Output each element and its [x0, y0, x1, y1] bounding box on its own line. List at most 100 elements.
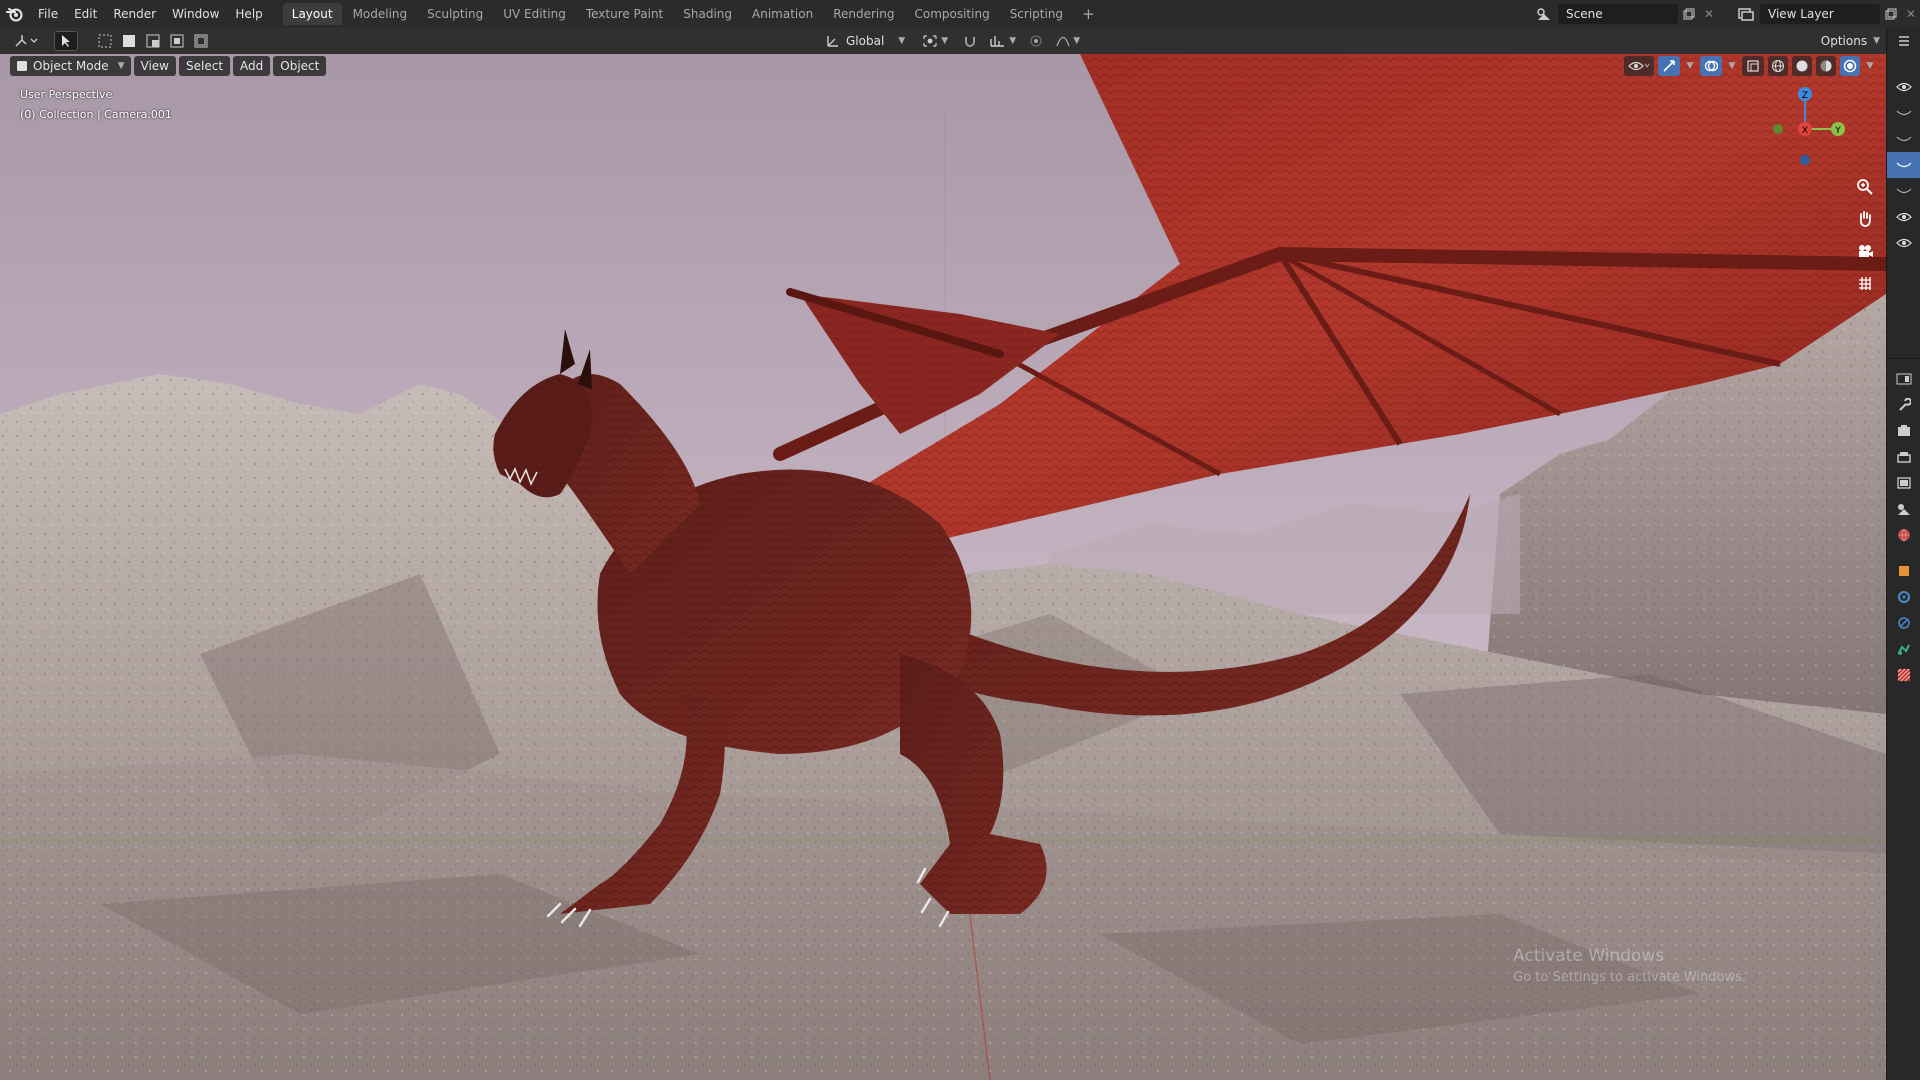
world-properties-icon[interactable] [1887, 522, 1920, 548]
menu-edit[interactable]: Edit [66, 3, 105, 25]
render-properties-icon[interactable] [1887, 418, 1920, 444]
navigation-gizmo[interactable]: Z Y X [1760, 84, 1850, 174]
tab-modeling[interactable]: Modeling [344, 3, 417, 25]
menu-render[interactable]: Render [105, 3, 164, 25]
scene-controls: Scene ✕ View Layer ✕ [1530, 0, 1920, 28]
gizmo-toggle-icon[interactable] [1658, 56, 1680, 76]
tab-animation[interactable]: Animation [743, 3, 822, 25]
chevron-down-icon: ▼ [941, 36, 949, 46]
constraint-properties-icon[interactable] [1887, 636, 1920, 662]
scene-name-field[interactable]: Scene [1558, 4, 1678, 24]
select-new-icon[interactable] [94, 31, 116, 51]
right-side-strip [1886, 28, 1920, 1080]
tab-compositing[interactable]: Compositing [905, 3, 998, 25]
texture-properties-icon[interactable] [1887, 662, 1920, 688]
scene-icon [1530, 7, 1558, 21]
object-visibility-icon[interactable] [1624, 56, 1654, 76]
hand-pan-icon[interactable] [1852, 206, 1878, 232]
eye-closed-icon[interactable] [1887, 178, 1920, 204]
view-layer-properties-icon[interactable] [1887, 470, 1920, 496]
tab-sculpting[interactable]: Sculpting [418, 3, 492, 25]
menu-window[interactable]: Window [164, 3, 227, 25]
view-layer-field[interactable]: View Layer [1760, 4, 1880, 24]
gizmo-neg-y[interactable] [1773, 124, 1783, 134]
gizmo-z-label: Z [1802, 91, 1808, 101]
blender-logo-icon[interactable] [0, 0, 30, 28]
chevron-down-icon: ▼ [1073, 36, 1081, 46]
select-extend-icon[interactable] [118, 31, 140, 51]
modifier-properties-icon[interactable] [1887, 584, 1920, 610]
overlays-toggle-icon[interactable] [1700, 56, 1722, 76]
physics-properties-icon[interactable] [1887, 610, 1920, 636]
new-scene-icon[interactable] [1678, 8, 1700, 20]
view-layer-selector[interactable]: View Layer ✕ [1732, 4, 1920, 24]
material-preview-icon[interactable] [1816, 56, 1836, 76]
ortho-grid-icon[interactable] [1852, 270, 1878, 296]
collection-label: (0) Collection | Camera.001 [20, 108, 172, 121]
3d-viewport[interactable]: Object Mode ▼ View Select Add Object Use… [0, 54, 1886, 1080]
scene-selector[interactable]: Scene ✕ [1530, 4, 1718, 24]
object-menu[interactable]: Object [273, 56, 327, 76]
close-view-layer-icon[interactable]: ✕ [1902, 7, 1920, 21]
options-label: Options [1820, 34, 1868, 48]
editor-type-button[interactable] [10, 31, 44, 51]
select-intersect-icon[interactable] [190, 31, 212, 51]
options-dropdown[interactable]: Options ▼ [1817, 31, 1880, 51]
new-view-layer-icon[interactable] [1880, 8, 1902, 20]
menu-file[interactable]: File [30, 3, 66, 25]
tab-shading[interactable]: Shading [674, 3, 741, 25]
rendered-shading-icon[interactable] [1840, 56, 1860, 76]
output-properties-icon[interactable] [1887, 444, 1920, 470]
object-properties-icon[interactable] [1887, 558, 1920, 584]
activate-windows-watermark: Activate Windows Go to Settings to activ… [1513, 946, 1746, 985]
scene-render [0, 54, 1886, 1080]
tab-rendering[interactable]: Rendering [824, 3, 903, 25]
pivot-point-dropdown[interactable]: ▼ [917, 31, 953, 51]
wireframe-shading-icon[interactable] [1768, 56, 1788, 76]
camera-view-icon[interactable] [1852, 238, 1878, 264]
scene-properties-icon[interactable] [1887, 496, 1920, 522]
chevron-down-icon[interactable]: ▼ [1684, 56, 1696, 76]
select-subtract-icon[interactable] [142, 31, 164, 51]
eye-icon[interactable] [1887, 204, 1920, 230]
view-layer-icon [1732, 7, 1760, 21]
tab-texture-paint[interactable]: Texture Paint [577, 3, 672, 25]
view-menu[interactable]: View [133, 56, 176, 76]
gizmo-neg-z[interactable] [1800, 155, 1810, 165]
selection-mode-group [94, 31, 212, 51]
eye-icon[interactable] [1887, 230, 1920, 256]
tab-uv-editing[interactable]: UV Editing [494, 3, 575, 25]
transform-orientation-dropdown[interactable]: Global ▼ [820, 31, 911, 51]
snap-toggle-icon[interactable] [959, 31, 981, 51]
tab-layout[interactable]: Layout [282, 3, 342, 25]
outliner-toggle-icon[interactable] [1887, 28, 1920, 54]
falloff-dropdown[interactable]: ▼ [1053, 31, 1083, 51]
chevron-down-icon: ▼ [1009, 36, 1017, 46]
eye-closed-icon[interactable] [1887, 126, 1920, 152]
object-mode-dropdown[interactable]: Object Mode ▼ [10, 56, 131, 76]
tab-scripting[interactable]: Scripting [1001, 3, 1072, 25]
select-tool-button[interactable] [54, 31, 78, 51]
eye-closed-icon[interactable] [1887, 100, 1920, 126]
eye-icon[interactable] [1887, 74, 1920, 100]
select-invert-icon[interactable] [166, 31, 188, 51]
proportional-edit-icon[interactable] [1025, 31, 1047, 51]
tool-properties-icon[interactable] [1887, 366, 1920, 392]
eye-closed-icon[interactable] [1887, 152, 1920, 178]
menu-help[interactable]: Help [227, 3, 270, 25]
gizmo-y-label: Y [1834, 126, 1841, 136]
wrench-tool-icon[interactable] [1887, 392, 1920, 418]
chevron-down-icon[interactable]: ▼ [1726, 56, 1738, 76]
chevron-down-icon: ▼ [117, 61, 125, 71]
chevron-down-icon[interactable]: ▼ [1864, 56, 1876, 76]
add-workspace-button[interactable]: + [1074, 5, 1103, 23]
close-scene-icon[interactable]: ✕ [1700, 7, 1718, 21]
add-menu[interactable]: Add [233, 56, 271, 76]
solid-shading-icon[interactable] [1792, 56, 1812, 76]
gizmo-x-label: X [1802, 126, 1808, 136]
navigation-tools [1852, 174, 1878, 296]
zoom-icon[interactable] [1852, 174, 1878, 200]
xray-toggle-icon[interactable] [1742, 56, 1764, 76]
snap-target-dropdown[interactable]: ▼ [987, 31, 1019, 51]
select-menu[interactable]: Select [179, 56, 231, 76]
